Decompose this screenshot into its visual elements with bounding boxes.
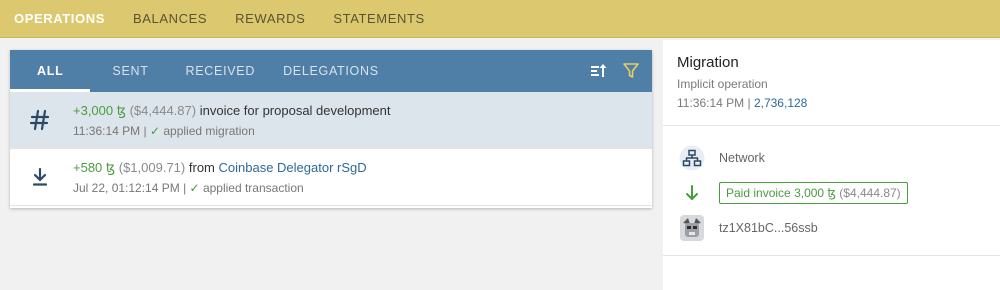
operation-detail-panel: Migration Implicit operation 11:36:14 PM… <box>663 40 1000 290</box>
hash-icon <box>10 109 70 131</box>
operation-summary: +3,000 ꜩ ($4,444.87) invoice for proposa… <box>73 103 391 119</box>
flow-network: Network <box>677 140 986 175</box>
sort-icon[interactable] <box>590 62 608 80</box>
operation-time: Jul 22, 01:12:14 PM <box>73 180 180 195</box>
operation-row[interactable]: +580 ꜩ ($1,009.71) from Coinbase Delegat… <box>10 149 652 206</box>
tab-received[interactable]: RECEIVED <box>186 50 256 92</box>
flow-payment: Paid invoice 3,000 ꜩ ($4,444.87) <box>677 175 986 210</box>
operation-description: invoice for proposal development <box>199 102 391 118</box>
operation-amount: +580 ꜩ <box>73 159 116 175</box>
operation-status: applied transaction <box>202 180 304 195</box>
operation-time: 11:36:14 PM <box>73 123 141 138</box>
operation-meta: Jul 22, 01:12:14 PM | ✓ applied transact… <box>73 180 304 195</box>
operation-summary: +580 ꜩ ($1,009.71) from Coinbase Delegat… <box>73 160 367 176</box>
filter-icon[interactable] <box>622 62 640 80</box>
operation-row[interactable]: +3,000 ꜩ ($4,444.87) invoice for proposa… <box>10 92 652 149</box>
operation-fiat: ($1,009.71) <box>118 159 186 175</box>
nav-balances[interactable]: BALANCES <box>133 11 207 26</box>
download-icon <box>10 167 70 187</box>
paid-label: Paid invoice <box>726 185 791 200</box>
recipient-address[interactable]: tz1X81bC...56ssb <box>719 221 818 235</box>
nav-rewards[interactable]: REWARDS <box>235 11 305 26</box>
tab-all[interactable]: ALL <box>9 50 92 92</box>
check-icon: ✓ <box>149 123 161 138</box>
block-link[interactable]: 2,736,128 <box>754 96 807 110</box>
tab-delegations[interactable]: DELEGATIONS <box>283 50 379 92</box>
top-nav: OPERATIONS BALANCES REWARDS STATEMENTS <box>0 0 1000 38</box>
tab-tools <box>590 62 640 80</box>
operation-status: applied migration <box>163 123 255 138</box>
arrow-down-icon <box>677 184 707 202</box>
check-icon: ✓ <box>189 180 200 195</box>
detail-subtitle: Implicit operation <box>677 77 768 91</box>
flow-recipient: tz1X81bC...56ssb <box>677 210 986 245</box>
detail-flow: Network Paid invoice 3,000 ꜩ ($4,444.87) <box>663 126 1000 256</box>
nav-operations[interactable]: OPERATIONS <box>14 11 105 26</box>
paid-fiat: ($4,444.87) <box>839 185 901 200</box>
counterparty-link[interactable]: Coinbase Delegator rSgD <box>219 160 367 175</box>
avatar <box>680 214 704 241</box>
detail-time: 11:36:14 PM <box>677 96 745 110</box>
operation-from-label: from <box>188 159 215 175</box>
operations-tabs: ALL SENT RECEIVED DELEGATIONS <box>9 50 652 92</box>
paid-invoice-badge: Paid invoice 3,000 ꜩ ($4,444.87) <box>719 181 908 204</box>
operations-panel: ALL SENT RECEIVED DELEGATIONS +3,000 ꜩ (… <box>9 50 652 208</box>
paid-amount: 3,000 ꜩ <box>794 185 836 200</box>
network-label: Network <box>719 150 765 165</box>
operation-fiat: ($4,444.87) <box>129 102 197 118</box>
detail-header: Migration Implicit operation 11:36:14 PM… <box>663 40 1000 126</box>
operation-amount: +3,000 ꜩ <box>73 102 126 118</box>
nav-statements[interactable]: STATEMENTS <box>333 11 424 26</box>
detail-title: Migration <box>677 54 739 71</box>
network-icon <box>677 145 707 171</box>
tab-sent[interactable]: SENT <box>112 50 148 92</box>
detail-meta: 11:36:14 PM | 2,736,128 <box>677 96 808 110</box>
operation-meta: 11:36:14 PM | ✓ applied migration <box>73 123 255 138</box>
